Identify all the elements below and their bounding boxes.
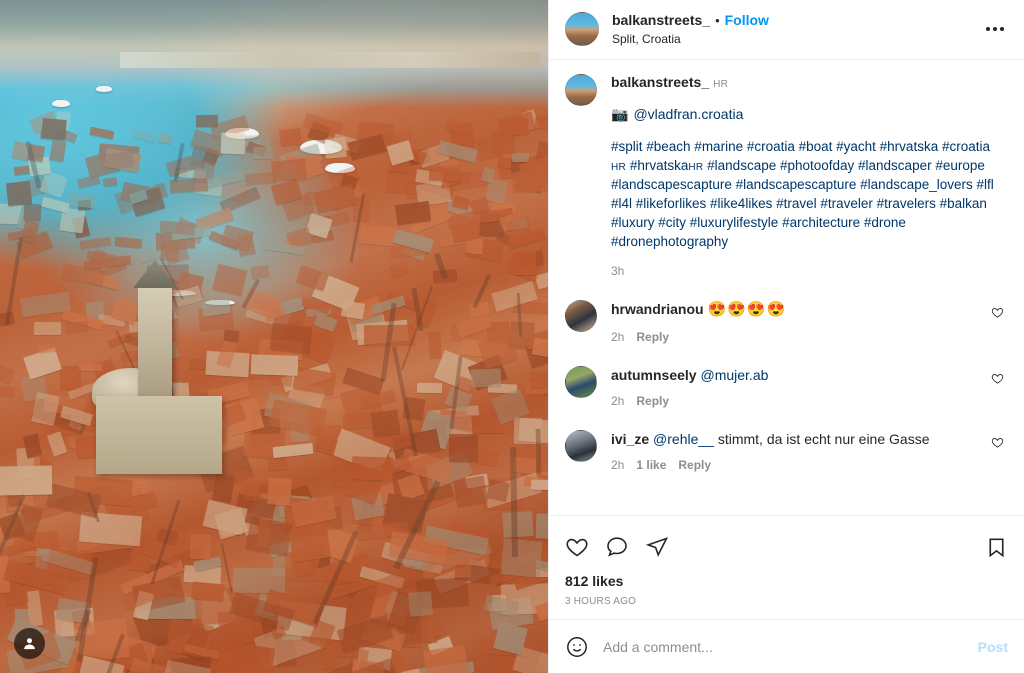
- bell-tower: [138, 286, 172, 404]
- commenter-avatar[interactable]: [565, 365, 597, 398]
- follow-button[interactable]: Follow: [725, 12, 769, 30]
- comment-timestamp: 2h: [611, 457, 625, 472]
- comments-list: hrwandrianou 😍😍😍😍 2h Reply autumnseely @muj…: [565, 300, 1008, 472]
- bookmark-icon[interactable]: [985, 531, 1008, 564]
- comment-timestamp: 2h: [611, 393, 625, 408]
- commenter-avatar[interactable]: [565, 429, 597, 462]
- add-comment-input[interactable]: [603, 638, 968, 655]
- hashtag-small-2: HR: [688, 161, 704, 173]
- person-tag-icon[interactable]: [14, 628, 45, 659]
- commenter-username[interactable]: autumnseely: [611, 367, 697, 383]
- posted-timestamp: 3 HOURS AGO: [565, 596, 637, 607]
- camera-icon: 📷: [611, 105, 629, 122]
- heart-outline-icon[interactable]: [987, 368, 1008, 394]
- caption-language-tag: HR: [713, 78, 729, 90]
- author-avatar[interactable]: [565, 12, 599, 47]
- post-body: balkanstreets_ HR 📷 @vladfran.croatia #spl…: [549, 60, 1024, 516]
- hashtag-small-1: HR: [611, 161, 627, 173]
- photo-credit-mention[interactable]: @vladfran.croatia: [633, 106, 743, 122]
- commenter-username[interactable]: ivi_ze: [611, 431, 649, 447]
- heart-icon[interactable]: [565, 530, 597, 564]
- post-location[interactable]: Split, Croatia: [612, 32, 980, 47]
- caption-username[interactable]: balkanstreets_: [611, 74, 709, 90]
- caption-username-row: balkanstreets_ HR: [611, 74, 1008, 92]
- post-actions: 812 likes 3 HOURS AGO: [549, 515, 1024, 619]
- caption-text: balkanstreets_ HR 📷 @vladfran.croatia #spl…: [611, 74, 1008, 279]
- action-icons-row: [565, 526, 1008, 570]
- comment-reply-button[interactable]: Reply: [636, 394, 669, 408]
- caption-avatar[interactable]: [565, 73, 597, 106]
- instagram-post: balkanstreets_ • Follow Split, Croatia b…: [0, 0, 1024, 673]
- comment-text: autumnseely @mujer.ab: [611, 366, 987, 385]
- likes-count[interactable]: 812 likes: [565, 573, 1008, 589]
- alley: [535, 428, 542, 475]
- comment-meta: 2h Reply: [611, 394, 987, 408]
- heart-outline-icon[interactable]: [987, 432, 1008, 458]
- separator-dot: •: [715, 13, 720, 28]
- add-comment-bar: Post: [549, 619, 1024, 673]
- comment-main: autumnseely @mujer.ab 2h Reply: [611, 366, 987, 408]
- comment-likes[interactable]: 1 like: [636, 458, 666, 472]
- share-paper-plane-icon[interactable]: [645, 530, 677, 564]
- comment-body: 😍😍😍😍: [707, 301, 787, 319]
- header-text: balkanstreets_ • Follow Split, Croatia: [612, 12, 980, 47]
- photo-credit-line: 📷 @vladfran.croatia: [611, 106, 1008, 123]
- hashtags-line-2a: #hrvatska: [629, 157, 689, 173]
- comment-body: stimmt, da ist echt nur eine Gasse: [717, 430, 930, 447]
- comment-item: hrwandrianou 😍😍😍😍 2h Reply: [565, 300, 1008, 344]
- heart-outline-icon[interactable]: [987, 302, 1008, 328]
- comment-bubble-icon[interactable]: [605, 530, 637, 564]
- comment-text: hrwandrianou 😍😍😍😍: [611, 300, 987, 320]
- comment-text: ivi_ze @rehle__ stimmt, da ist echt nur …: [611, 430, 987, 449]
- comment-reply-button[interactable]: Reply: [678, 458, 711, 472]
- hashtags-line-2b: #landscape #photoofday #landscaper #euro…: [707, 157, 985, 173]
- comment-timestamp: 2h: [611, 329, 625, 344]
- comment-mention[interactable]: @rehle__: [653, 431, 714, 447]
- comment-item: ivi_ze @rehle__ stimmt, da ist echt nur …: [565, 429, 1008, 472]
- author-username[interactable]: balkanstreets_: [612, 12, 710, 30]
- comment-meta: 2h Reply: [611, 330, 987, 344]
- comment-item: autumnseely @mujer.ab 2h Reply: [565, 365, 1008, 408]
- hashtags-line-1: #split #beach #marine #croatia #boat #ya…: [611, 138, 990, 154]
- header-username-row: balkanstreets_ • Follow: [612, 12, 980, 30]
- comment-main: hrwandrianou 😍😍😍😍 2h Reply: [611, 300, 987, 343]
- commenter-avatar[interactable]: [565, 300, 597, 333]
- alley: [4, 237, 23, 326]
- post-sidebar: balkanstreets_ • Follow Split, Croatia b…: [548, 0, 1024, 673]
- post-comment-button[interactable]: Post: [968, 639, 1008, 655]
- rooftops-texture: [0, 0, 548, 673]
- comment-mention[interactable]: @mujer.ab: [700, 367, 768, 383]
- hashtags-line-3: #landscapescapture #landscapescapture #l…: [611, 176, 994, 250]
- post-caption: balkanstreets_ HR 📷 @vladfran.croatia #spl…: [565, 73, 1008, 279]
- comment-main: ivi_ze @rehle__ stimmt, da ist echt nur …: [611, 430, 987, 472]
- post-header: balkanstreets_ • Follow Split, Croatia: [549, 0, 1024, 60]
- caption-hashtags[interactable]: #split #beach #marine #croatia #boat #ya…: [611, 137, 1008, 252]
- caption-timestamp: 3h: [611, 264, 625, 279]
- smiley-face-icon[interactable]: [565, 635, 589, 659]
- comment-reply-button[interactable]: Reply: [636, 330, 669, 344]
- commenter-username[interactable]: hrwandrianou: [611, 301, 704, 317]
- cathedral-building: [96, 396, 222, 474]
- ellipsis-icon[interactable]: [980, 21, 1010, 37]
- comment-meta: 2h 1 like Reply: [611, 458, 987, 472]
- post-photo[interactable]: [0, 0, 548, 673]
